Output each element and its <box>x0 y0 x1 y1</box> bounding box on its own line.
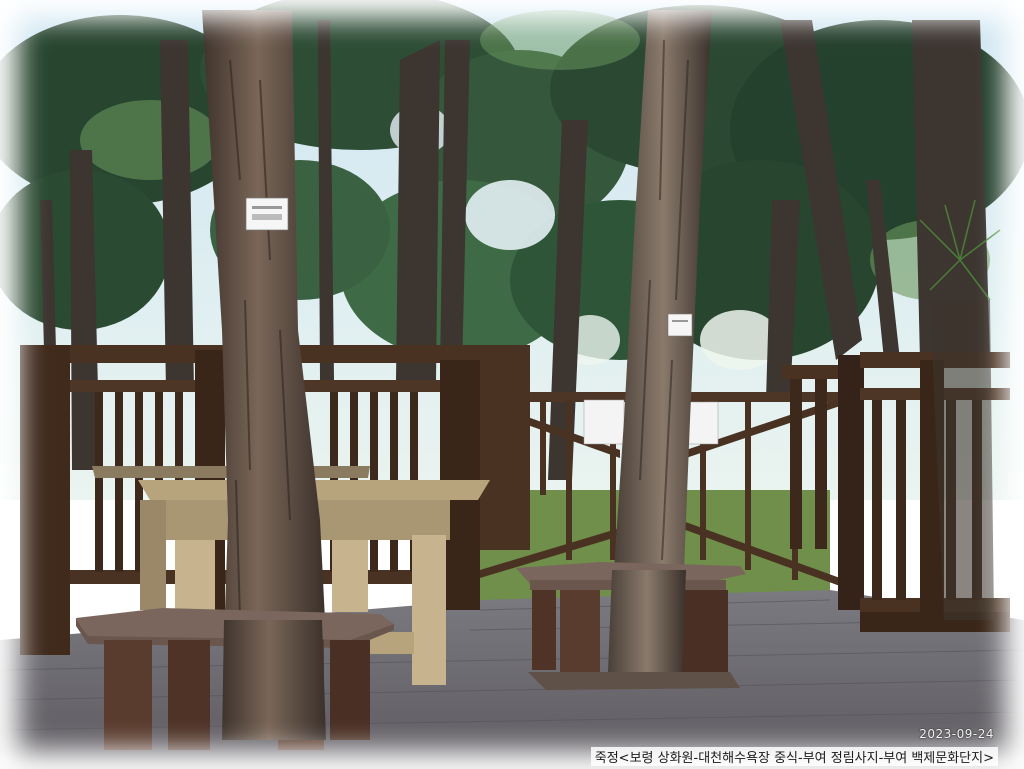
date-stamp: 2023-09-24 <box>919 727 994 741</box>
photo-frame: 2023-09-24 죽정<보령 상화원-대천해수욕장 중식-부여 정림사지-부… <box>0 0 1024 769</box>
photo-caption: 죽정<보령 상화원-대천해수욕장 중식-부여 정림사지-부여 백제문화단지> <box>590 747 998 766</box>
pine-grove-deck-scene <box>0 0 1024 769</box>
tree-tag-sign-small <box>667 313 693 337</box>
left-tree-planter <box>76 608 394 750</box>
tree-tag-sign <box>245 197 289 231</box>
